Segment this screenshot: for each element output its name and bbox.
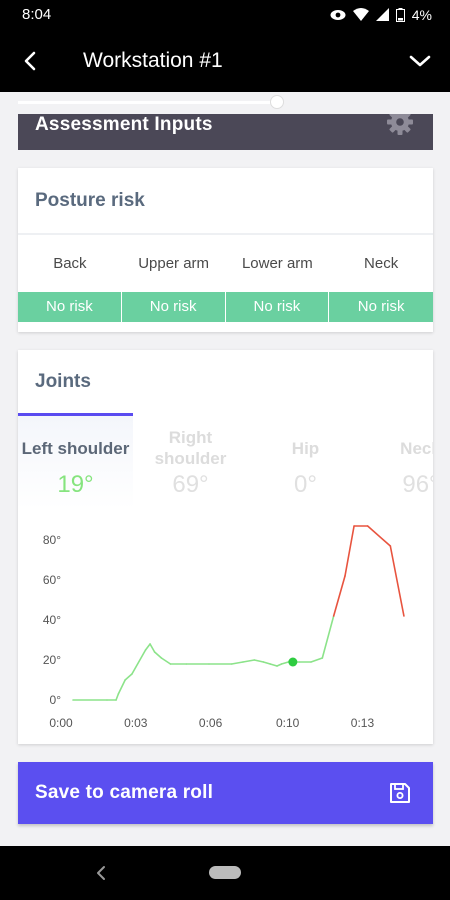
joint-angle: 19° [57,471,94,498]
back-button[interactable] [0,29,60,92]
series-line-segment [253,659,265,663]
series-line-segment [310,657,324,663]
system-nav-bar [0,846,450,900]
x-tick-label: 0:13 [351,716,375,730]
series-line-segment [131,649,147,675]
y-tick-label: 20° [43,653,61,667]
risk-badge: No risk [121,292,226,322]
risk-column-back: Back No risk [18,254,122,322]
save-to-camera-roll-button[interactable]: Save to camera roll [18,762,433,824]
risk-column-lower-arm: Lower arm No risk [225,254,330,322]
y-tick-label: 40° [43,613,61,627]
slider-track[interactable] [18,101,278,104]
status-bar: 8:04 4% [0,0,450,29]
risk-badge: No risk [18,292,122,322]
series-line-segment [321,615,335,659]
risk-label: Upper arm [138,255,210,272]
joint-name: Hip [291,438,320,458]
timeline-slider[interactable] [0,92,450,114]
risk-label: Neck [364,255,399,272]
tab-right-shoulder[interactable]: Right shoulder 69° [133,413,248,509]
series-line-segment [117,679,126,695]
tab-hip[interactable]: Hip 0° [248,413,363,509]
x-tick-label: 0:10 [276,716,300,730]
series-line-segment [280,661,290,665]
series-line-segment [269,663,278,667]
series-line-segment [153,651,163,659]
risk-badge: No risk [329,292,433,322]
tab-left-shoulder[interactable]: Left shoulder 19° [18,413,133,509]
joint-angle: 0° [294,471,317,498]
series-line-segment [144,643,151,651]
joint-angle: 96° [402,471,433,498]
y-tick-label: 60° [43,573,61,587]
series-line-segment [149,643,156,653]
tab-neck[interactable]: Neck 96° [363,413,433,509]
arrow-left-icon [24,51,36,70]
assessment-inputs-title: Assessment Inputs [35,114,213,135]
slider-thumb[interactable] [270,95,284,109]
nav-back-icon[interactable] [92,863,110,883]
series-line-segment [115,693,120,701]
posture-risk-table: Back No risk Upper arm No risk Lower arm… [18,254,433,322]
posture-risk-title: Posture risk [35,190,145,211]
risk-label: Back [53,255,87,272]
battery-percent: 4% [411,6,432,23]
joint-name: Neck [400,438,433,458]
page-title: Workstation #1 [83,48,223,72]
joints-title: Joints [35,371,91,392]
series-line-segment [230,661,244,665]
series-line-segment [124,673,133,681]
floppy-disk-icon [390,783,410,803]
x-tick-label: 0:03 [124,716,148,730]
series-line-segment [160,657,172,665]
x-tick-label: 0:00 [49,716,73,730]
joint-tabs[interactable]: Left shoulder 19° Right shoulder 69° Hip… [18,413,433,509]
risk-column-neck: Neck No risk [329,254,433,322]
joint-angle: 69° [172,471,209,498]
risk-badge: No risk [225,292,330,322]
joint-name: Left shoulder [21,438,130,458]
status-icons: 4% [330,7,432,23]
wifi-icon [352,8,369,21]
risk-label: Lower arm [241,255,313,272]
joints-card: Joints Left shoulder 19° Right shoulder … [18,350,433,744]
app-bar: Workstation #1 [0,29,450,92]
series-line-segment [242,659,256,663]
eye-icon [330,9,346,21]
series-line-segment [366,525,392,547]
content-scroll[interactable]: Assessment Inputs Posture risk Back No r… [0,92,450,846]
joint-angle-chart[interactable]: 0° 20° 40° 60° 80° 0:00 0:03 0:06 0:10 0:13 [18,510,433,740]
series-line-segment [344,525,355,577]
series-line-segment [262,661,271,665]
risk-column-upper-arm: Upper arm No risk [121,254,226,322]
x-tick-label: 0:06 [199,716,223,730]
joint-name: Right shoulder [154,428,227,468]
signal-icon [375,8,389,21]
battery-icon [395,7,405,22]
current-point-marker [288,657,298,667]
save-button-label: Save to camera roll [35,782,214,803]
y-tick-label: 80° [43,533,61,547]
status-time: 8:04 [22,6,52,23]
nav-home-pill[interactable] [209,866,241,879]
divider [18,233,433,235]
posture-risk-card: Posture risk Back No risk Upper arm No r… [18,168,433,332]
expand-button[interactable] [390,29,450,92]
y-tick-label: 0° [50,693,62,707]
series-line-segment [332,575,346,617]
chevron-down-icon [409,55,431,66]
series-line-segment [389,545,405,617]
